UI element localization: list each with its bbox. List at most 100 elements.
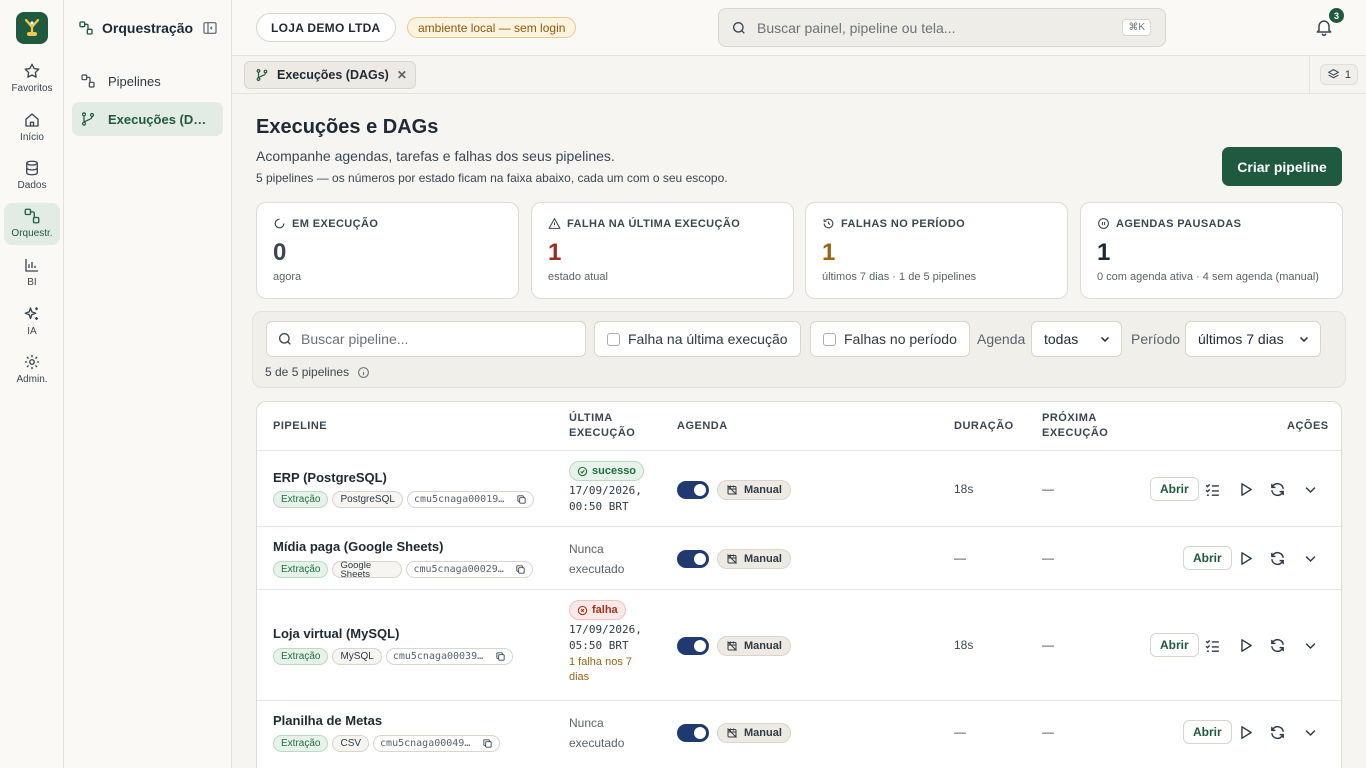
pipeline-id-text: cmu5cnaga00039c... [392, 651, 489, 662]
schedule-toggle[interactable] [677, 637, 709, 655]
play-icon[interactable] [1235, 722, 1255, 742]
rail-item-orquestracao[interactable]: Orquestr. [4, 203, 60, 245]
exec-date: 17/09/2026, [569, 623, 642, 636]
never-executed-text: executado [569, 562, 625, 576]
pipeline-name[interactable]: Mídia paga (Google Sheets) [273, 539, 443, 554]
tasks-list-icon[interactable] [1202, 635, 1222, 655]
collapse-sidebar-icon[interactable] [202, 20, 218, 36]
app-logo[interactable] [16, 12, 48, 44]
workflow-icon [24, 208, 40, 224]
status-badge: falha [569, 600, 626, 620]
schedule-mode-badge: Manual [717, 636, 791, 656]
rail-item-admin[interactable]: Admin. [4, 349, 60, 391]
icon-rail: Favoritos Início Dados Orquestr. BI IA A… [0, 0, 64, 768]
exec-date: 17/09/2026, [569, 484, 642, 497]
stat-description: estado atual [548, 271, 608, 283]
open-pipeline-button[interactable]: Abrir [1183, 720, 1232, 744]
info-icon[interactable] [357, 366, 370, 379]
table-row[interactable]: Planilha de Metas Extração CSV cmu5cnaga… [257, 700, 1341, 763]
schedule-toggle[interactable] [677, 481, 709, 499]
open-pipeline-button[interactable]: Abrir [1150, 477, 1199, 501]
environment-badge: ambiente local — sem login [407, 17, 577, 38]
period-select[interactable]: últimos 7 dias [1185, 321, 1321, 357]
agenda-select[interactable]: todas [1031, 321, 1122, 357]
rail-item-favoritos[interactable]: Favoritos [4, 58, 60, 100]
pipeline-id: cmu5cnaga00029c... [406, 561, 534, 578]
stat-description: 0 com agenda ativa · 4 sem agenda (manua… [1097, 271, 1319, 283]
rail-item-inicio[interactable]: Início [4, 107, 60, 149]
chevron-down-icon[interactable] [1300, 635, 1320, 655]
copy-icon[interactable] [482, 738, 493, 749]
chevron-down-icon[interactable] [1300, 722, 1320, 742]
pipeline-search[interactable] [266, 321, 586, 357]
duration-cell: 18s [954, 482, 974, 496]
period-filter-label: Período [1131, 331, 1181, 347]
tasks-list-icon[interactable] [1202, 479, 1222, 499]
checkbox[interactable] [607, 332, 620, 346]
type-tag: Extração [273, 648, 329, 665]
table-row[interactable]: Mídia paga (Google Sheets) Extração Goog… [257, 526, 1341, 589]
rail-item-bi[interactable]: BI [4, 252, 60, 294]
stat-description: últimos 7 dias · 1 de 5 pipelines [822, 271, 977, 283]
sidebar-item-pipelines[interactable]: Pipelines [72, 64, 223, 98]
rail-label: Dados [17, 180, 47, 191]
copy-icon[interactable] [495, 651, 506, 662]
status-text: sucesso [592, 465, 637, 477]
git-branch-icon [256, 69, 268, 81]
rail-label: IA [27, 326, 37, 337]
open-pipeline-button[interactable]: Abrir [1183, 546, 1232, 570]
refresh-icon[interactable] [1267, 479, 1287, 499]
close-tab-icon[interactable]: ✕ [397, 68, 407, 82]
page-subtitle: Acompanhe agendas, tarefas e falhas dos … [256, 148, 615, 164]
schedule-toggle[interactable] [677, 550, 709, 568]
play-icon[interactable] [1235, 548, 1255, 568]
divider [1309, 56, 1310, 94]
global-search[interactable]: ⌘K [718, 8, 1166, 47]
failure-note: 1 falha nos 7 dias [569, 655, 642, 685]
filter-period-failures-checkbox[interactable]: Falhas no período [810, 321, 970, 357]
open-pipeline-button[interactable]: Abrir [1150, 633, 1199, 657]
status-text: falha [592, 604, 618, 616]
chevron-down-icon [1299, 336, 1309, 343]
column-header-actions: AÇÕES [1287, 419, 1329, 432]
global-search-input[interactable] [757, 19, 1117, 36]
sidebar-item-execucoes[interactable]: Execuções (DAGs) [72, 102, 223, 136]
rail-label: Orquestr. [11, 228, 53, 239]
open-tabs-counter[interactable]: 1 [1319, 64, 1358, 85]
pipeline-tags: Extração MySQL cmu5cnaga00039c... [273, 648, 513, 665]
loader-icon [274, 218, 285, 229]
stat-card-last-failure: FALHA NA ÚLTIMA EXECUÇÃO 1 estado atual [531, 202, 794, 299]
copy-icon[interactable] [515, 564, 526, 575]
chevron-down-icon [1100, 336, 1110, 343]
table-row[interactable]: ERP (PostgreSQL) Extração PostgreSQL cmu… [257, 450, 1341, 526]
tab-execucoes[interactable]: Execuções (DAGs) ✕ [244, 61, 416, 89]
create-pipeline-button[interactable]: Criar pipeline [1222, 147, 1342, 186]
copy-icon[interactable] [516, 494, 527, 505]
chevron-down-icon[interactable] [1300, 548, 1320, 568]
sidebar-item-label: Pipelines [108, 73, 161, 89]
schedule-toggle[interactable] [677, 724, 709, 742]
pipeline-name[interactable]: ERP (PostgreSQL) [273, 470, 387, 485]
chevron-down-icon[interactable] [1300, 479, 1320, 499]
pipeline-id-text: cmu5cnaga00029c... [413, 564, 510, 575]
refresh-icon[interactable] [1267, 635, 1287, 655]
agenda-filter-label: Agenda [977, 331, 1026, 347]
company-selector[interactable]: LOJA DEMO LTDA [256, 13, 396, 42]
play-icon[interactable] [1235, 635, 1255, 655]
filter-last-failure-checkbox[interactable]: Falha na última execução [594, 321, 801, 357]
refresh-icon[interactable] [1267, 722, 1287, 742]
x-circle-icon [577, 605, 588, 615]
pipeline-name[interactable]: Planilha de Metas [273, 713, 382, 728]
results-count: 5 de 5 pipelines [265, 365, 370, 379]
rail-item-dados[interactable]: Dados [4, 155, 60, 197]
play-icon[interactable] [1235, 479, 1255, 499]
stat-value: 1 [548, 239, 562, 266]
checkbox[interactable] [823, 332, 836, 346]
pipeline-search-input[interactable] [301, 331, 581, 347]
pipeline-name[interactable]: Loja virtual (MySQL) [273, 626, 399, 641]
last-exec-cell: falha 17/09/2026, 05:50 BRT 1 falha nos … [569, 600, 642, 685]
rail-item-ia[interactable]: IA [4, 301, 60, 343]
refresh-icon[interactable] [1267, 548, 1287, 568]
table-row[interactable]: Loja virtual (MySQL) Extração MySQL cmu5… [257, 589, 1341, 700]
pipeline-id: cmu5cnaga00049c... [373, 735, 501, 752]
